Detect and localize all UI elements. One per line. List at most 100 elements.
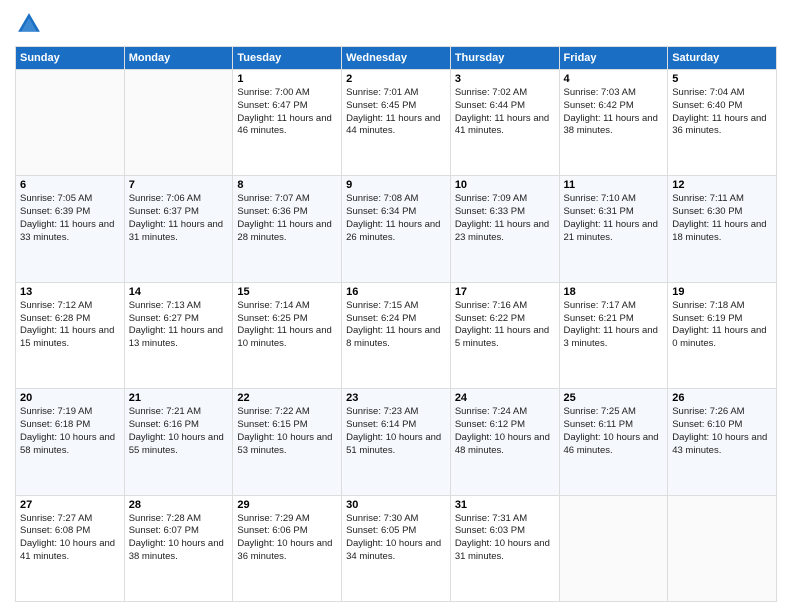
day-info: Sunrise: 7:12 AMSunset: 6:28 PMDaylight:… [20, 300, 120, 351]
day-number: 5 [672, 73, 772, 85]
day-number: 13 [20, 286, 120, 298]
calendar-week-4: 20Sunrise: 7:19 AMSunset: 6:18 PMDayligh… [16, 389, 777, 495]
calendar-cell: 26 Sunrise: 7:26 AMSunset: 6:10 PMDayligh… [668, 389, 777, 495]
calendar-cell: 17 Sunrise: 7:16 AMSunset: 6:22 PMDayligh… [450, 282, 559, 388]
day-number: 25 [564, 392, 664, 404]
day-info: Sunrise: 7:31 AMSunset: 6:03 PMDaylight:… [455, 513, 555, 564]
calendar-cell: 3 Sunrise: 7:02 AMSunset: 6:44 PMDaylight… [450, 70, 559, 176]
day-info: Sunrise: 7:29 AMSunset: 6:06 PMDaylight:… [237, 513, 337, 564]
calendar-cell: 8 Sunrise: 7:07 AMSunset: 6:36 PMDaylight… [233, 176, 342, 282]
calendar-header-sunday: Sunday [16, 47, 125, 70]
calendar-header-wednesday: Wednesday [342, 47, 451, 70]
day-number: 6 [20, 179, 120, 191]
day-info: Sunrise: 7:07 AMSunset: 6:36 PMDaylight:… [237, 193, 337, 244]
calendar-cell [16, 70, 125, 176]
calendar-cell: 14 Sunrise: 7:13 AMSunset: 6:27 PMDayligh… [124, 282, 233, 388]
calendar-cell [124, 70, 233, 176]
calendar-week-3: 13 Sunrise: 7:12 AMSunset: 6:28 PMDayligh… [16, 282, 777, 388]
calendar-cell: 19 Sunrise: 7:18 AMSunset: 6:19 PMDayligh… [668, 282, 777, 388]
calendar-cell [668, 495, 777, 601]
day-info: Sunrise: 7:22 AMSunset: 6:15 PMDaylight:… [237, 406, 337, 457]
calendar-cell: 18 Sunrise: 7:17 AMSunset: 6:21 PMDayligh… [559, 282, 668, 388]
calendar-cell: 31 Sunrise: 7:31 AMSunset: 6:03 PMDayligh… [450, 495, 559, 601]
calendar-cell: 10 Sunrise: 7:09 AMSunset: 6:33 PMDayligh… [450, 176, 559, 282]
calendar-cell: 11Sunrise: 7:10 AMSunset: 6:31 PMDayligh… [559, 176, 668, 282]
day-number: 14 [129, 286, 229, 298]
day-info: Sunrise: 7:14 AMSunset: 6:25 PMDaylight:… [237, 300, 337, 351]
day-number: 27 [20, 499, 120, 511]
day-number: 10 [455, 179, 555, 191]
calendar-header-tuesday: Tuesday [233, 47, 342, 70]
calendar-cell: 22 Sunrise: 7:22 AMSunset: 6:15 PMDayligh… [233, 389, 342, 495]
day-info: Sunrise: 7:26 AMSunset: 6:10 PMDaylight:… [672, 406, 772, 457]
calendar-week-1: 1Sunrise: 7:00 AMSunset: 6:47 PMDaylight… [16, 70, 777, 176]
calendar-cell: 5 Sunrise: 7:04 AMSunset: 6:40 PMDaylight… [668, 70, 777, 176]
day-info: Sunrise: 7:21 AMSunset: 6:16 PMDaylight:… [129, 406, 229, 457]
day-number: 23 [346, 392, 446, 404]
calendar-cell: 28 Sunrise: 7:28 AMSunset: 6:07 PMDayligh… [124, 495, 233, 601]
day-info: Sunrise: 7:05 AMSunset: 6:39 PMDaylight:… [20, 193, 120, 244]
calendar-header-saturday: Saturday [668, 47, 777, 70]
day-info: Sunrise: 7:09 AMSunset: 6:33 PMDaylight:… [455, 193, 555, 244]
day-number: 18 [564, 286, 664, 298]
day-number: 24 [455, 392, 555, 404]
calendar-cell: 29 Sunrise: 7:29 AMSunset: 6:06 PMDayligh… [233, 495, 342, 601]
calendar-cell: 12 Sunrise: 7:11 AMSunset: 6:30 PMDayligh… [668, 176, 777, 282]
day-info: Sunrise: 7:25 AMSunset: 6:11 PMDaylight:… [564, 406, 664, 457]
day-number: 26 [672, 392, 772, 404]
calendar-cell: 2 Sunrise: 7:01 AMSunset: 6:45 PMDaylight… [342, 70, 451, 176]
day-number: 16 [346, 286, 446, 298]
page: SundayMondayTuesdayWednesdayThursdayFrid… [0, 0, 792, 612]
calendar-cell: 25 Sunrise: 7:25 AMSunset: 6:11 PMDayligh… [559, 389, 668, 495]
day-number: 9 [346, 179, 446, 191]
calendar-header-friday: Friday [559, 47, 668, 70]
day-number: 17 [455, 286, 555, 298]
calendar-cell: 20Sunrise: 7:19 AMSunset: 6:18 PMDayligh… [16, 389, 125, 495]
day-number: 12 [672, 179, 772, 191]
calendar-cell: 27 Sunrise: 7:27 AMSunset: 6:08 PMDayligh… [16, 495, 125, 601]
day-info: Sunrise: 7:18 AMSunset: 6:19 PMDaylight:… [672, 300, 772, 351]
day-info: Sunrise: 7:01 AMSunset: 6:45 PMDaylight:… [346, 87, 446, 138]
day-info: Sunrise: 7:11 AMSunset: 6:30 PMDaylight:… [672, 193, 772, 244]
logo-icon [15, 10, 43, 38]
day-info: Sunrise: 7:28 AMSunset: 6:07 PMDaylight:… [129, 513, 229, 564]
day-info: Sunrise: 7:15 AMSunset: 6:24 PMDaylight:… [346, 300, 446, 351]
day-info: Sunrise: 7:30 AMSunset: 6:05 PMDaylight:… [346, 513, 446, 564]
calendar-cell: 24 Sunrise: 7:24 AMSunset: 6:12 PMDayligh… [450, 389, 559, 495]
calendar-table: SundayMondayTuesdayWednesdayThursdayFrid… [15, 46, 777, 602]
day-number: 21 [129, 392, 229, 404]
day-info: Sunrise: 7:08 AMSunset: 6:34 PMDaylight:… [346, 193, 446, 244]
calendar-cell: 7Sunrise: 7:06 AMSunset: 6:37 PMDaylight… [124, 176, 233, 282]
day-info: Sunrise: 7:23 AMSunset: 6:14 PMDaylight:… [346, 406, 446, 457]
logo [15, 10, 47, 38]
day-info: Sunrise: 7:27 AMSunset: 6:08 PMDaylight:… [20, 513, 120, 564]
day-number: 31 [455, 499, 555, 511]
calendar-week-5: 27 Sunrise: 7:27 AMSunset: 6:08 PMDayligh… [16, 495, 777, 601]
day-info: Sunrise: 7:04 AMSunset: 6:40 PMDaylight:… [672, 87, 772, 138]
day-number: 11 [564, 179, 664, 191]
day-info: Sunrise: 7:03 AMSunset: 6:42 PMDaylight:… [564, 87, 664, 138]
calendar-header-thursday: Thursday [450, 47, 559, 70]
day-number: 1 [237, 73, 337, 85]
day-number: 19 [672, 286, 772, 298]
calendar-header-row: SundayMondayTuesdayWednesdayThursdayFrid… [16, 47, 777, 70]
calendar-week-2: 6 Sunrise: 7:05 AMSunset: 6:39 PMDaylight… [16, 176, 777, 282]
day-number: 22 [237, 392, 337, 404]
day-number: 3 [455, 73, 555, 85]
calendar-cell: 21 Sunrise: 7:21 AMSunset: 6:16 PMDayligh… [124, 389, 233, 495]
day-info: Sunrise: 7:24 AMSunset: 6:12 PMDaylight:… [455, 406, 555, 457]
day-info: Sunrise: 7:13 AMSunset: 6:27 PMDaylight:… [129, 300, 229, 351]
calendar-header-monday: Monday [124, 47, 233, 70]
calendar-cell: 1Sunrise: 7:00 AMSunset: 6:47 PMDaylight… [233, 70, 342, 176]
day-number: 28 [129, 499, 229, 511]
day-number: 2 [346, 73, 446, 85]
day-number: 8 [237, 179, 337, 191]
header [15, 10, 777, 38]
calendar-cell: 13 Sunrise: 7:12 AMSunset: 6:28 PMDayligh… [16, 282, 125, 388]
day-info: Sunrise: 7:02 AMSunset: 6:44 PMDaylight:… [455, 87, 555, 138]
day-info: Sunrise: 7:17 AMSunset: 6:21 PMDaylight:… [564, 300, 664, 351]
day-number: 4 [564, 73, 664, 85]
day-info: Sunrise: 7:16 AMSunset: 6:22 PMDaylight:… [455, 300, 555, 351]
day-info: Sunrise: 7:06 AMSunset: 6:37 PMDaylight:… [129, 193, 229, 244]
day-number: 29 [237, 499, 337, 511]
